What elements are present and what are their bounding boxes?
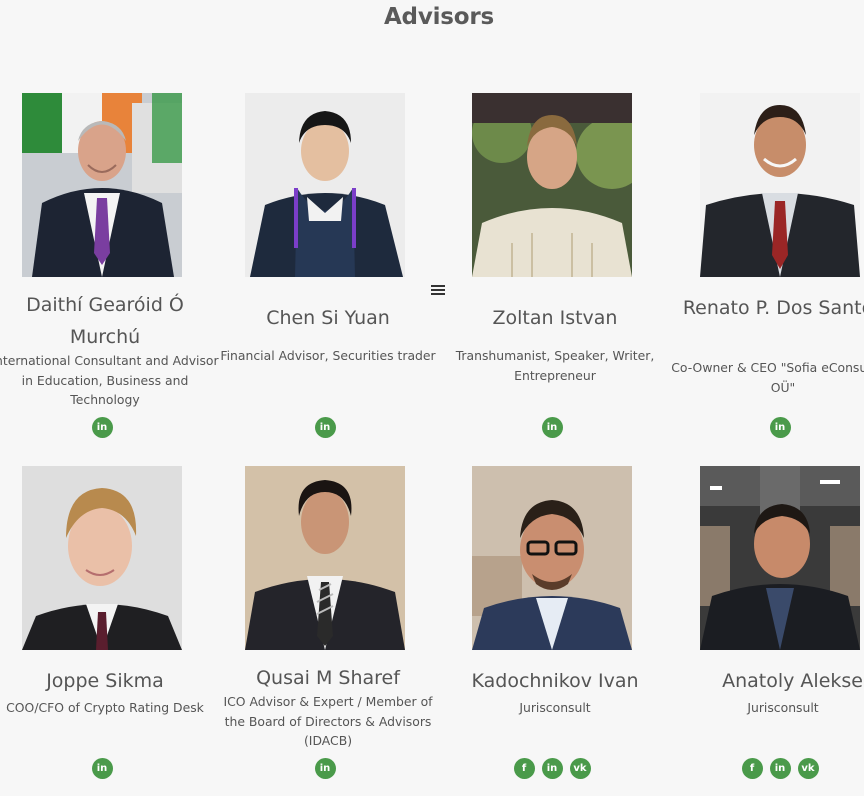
facebook-icon[interactable]: f bbox=[741, 758, 763, 779]
advisor-photo bbox=[245, 93, 405, 277]
facebook-icon[interactable]: f bbox=[513, 758, 535, 779]
advisor-card: Chen Si Yuan Financial Advisor, Securiti… bbox=[220, 93, 436, 453]
section-title: Advisors bbox=[383, 4, 495, 30]
vk-icon[interactable]: vk bbox=[797, 758, 819, 779]
advisor-photo bbox=[22, 93, 182, 277]
advisor-name: Anatoly Alekseev bbox=[722, 670, 864, 692]
social-links: in bbox=[0, 417, 204, 438]
advisor-card: Renato P. Dos Santos Co-Owner & CEO "Sof… bbox=[671, 93, 864, 453]
advisor-photo bbox=[22, 466, 182, 650]
advisor-name: Kadochnikov Ivan bbox=[471, 670, 639, 692]
hamburger-menu-icon[interactable] bbox=[431, 285, 445, 295]
linkedin-icon[interactable]: in bbox=[91, 417, 113, 438]
advisor-name: Qusai M Sharef bbox=[256, 667, 400, 689]
vk-icon[interactable]: vk bbox=[569, 758, 591, 779]
social-links: in bbox=[0, 758, 204, 779]
linkedin-icon[interactable]: in bbox=[541, 758, 563, 779]
advisor-role: COO/CFO of Crypto Rating Desk bbox=[6, 700, 204, 715]
linkedin-icon[interactable]: in bbox=[769, 417, 791, 438]
advisor-photo bbox=[245, 466, 405, 650]
advisor-card: Daithí Gearóid Ó Murchú International Co… bbox=[0, 93, 219, 453]
social-links: f in vk bbox=[678, 758, 864, 779]
advisor-card: Kadochnikov Ivan Jurisconsult f in vk bbox=[450, 466, 660, 786]
advisor-role: Financial Advisor, Securities trader bbox=[220, 348, 436, 363]
linkedin-icon[interactable]: in bbox=[314, 417, 336, 438]
social-links: in bbox=[223, 417, 427, 438]
advisor-role: Co-Owner & CEO "Sofia eConsulting OÜ" bbox=[671, 360, 864, 395]
social-links: in bbox=[223, 758, 427, 779]
advisor-photo bbox=[472, 93, 632, 277]
advisor-card: Qusai M Sharef ICO Advisor & Expert / Me… bbox=[223, 466, 433, 786]
advisor-role: Jurisconsult bbox=[747, 700, 819, 715]
advisor-role: Jurisconsult bbox=[519, 700, 591, 715]
social-links: f in vk bbox=[450, 758, 654, 779]
advisor-card: Zoltan Istvan Transhumanist, Speaker, Wr… bbox=[450, 93, 660, 453]
advisor-card: Joppe Sikma COO/CFO of Crypto Rating Des… bbox=[0, 466, 210, 786]
advisor-name: Daithí Gearóid Ó Murchú bbox=[26, 294, 184, 348]
linkedin-icon[interactable]: in bbox=[91, 758, 113, 779]
advisor-card: Anatoly Alekseev Jurisconsult finvk bbox=[678, 466, 864, 786]
advisor-name: Joppe Sikma bbox=[46, 670, 164, 692]
advisor-photo bbox=[472, 466, 632, 650]
linkedin-icon[interactable]: in bbox=[769, 758, 791, 779]
advisor-photo bbox=[700, 93, 860, 277]
advisor-role: Transhumanist, Speaker, Writer, Entrepre… bbox=[455, 348, 655, 383]
advisor-photo bbox=[700, 466, 860, 650]
linkedin-icon[interactable]: in bbox=[314, 758, 336, 779]
advisor-role: ICO Advisor & Expert / Member of the Boa… bbox=[223, 694, 433, 748]
social-links: in bbox=[450, 417, 654, 438]
social-links: in bbox=[678, 417, 864, 438]
advisor-name: Chen Si Yuan bbox=[266, 307, 390, 329]
advisor-name: Renato P. Dos Santos bbox=[682, 297, 864, 319]
advisor-role: International Consultant and Advisor in … bbox=[0, 353, 219, 407]
linkedin-icon[interactable]: in bbox=[541, 417, 563, 438]
advisor-name: Zoltan Istvan bbox=[492, 307, 618, 329]
